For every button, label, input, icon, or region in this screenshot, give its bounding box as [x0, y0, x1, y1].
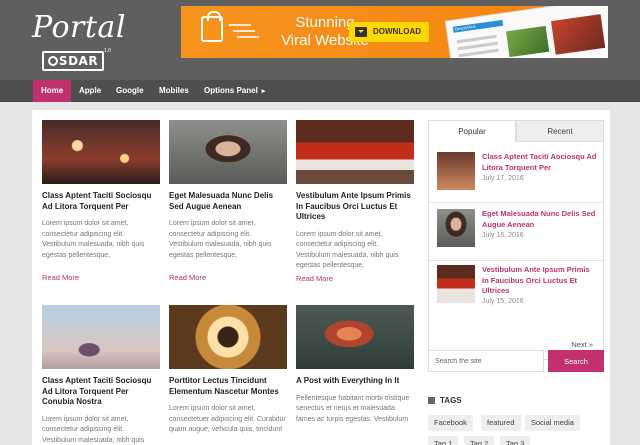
popular-posts-list: Class Aptent Taciti Aociosqu Ad Litora T…: [428, 142, 604, 360]
logo-brand[interactable]: SDAR: [42, 51, 104, 71]
main-nav: Home Apple Google Mobiles Options Panel ▸: [0, 80, 640, 102]
sidebar-tabs: Popular Recent: [428, 120, 604, 142]
post-title[interactable]: Porttitor Lectus Tincidunt Elementum Nas…: [169, 376, 287, 397]
tab-popular[interactable]: Popular: [428, 120, 516, 142]
nav-item-home[interactable]: Home: [33, 80, 72, 102]
nav-item-google[interactable]: Google: [116, 80, 144, 102]
tag-chip[interactable]: Facebook: [428, 415, 473, 431]
search-button[interactable]: Search: [548, 350, 604, 372]
read-more-link[interactable]: Read More: [296, 274, 414, 283]
download-icon: [355, 27, 367, 37]
post-excerpt: Lorem ipsum dolor sit amet, consectetur …: [42, 220, 145, 259]
post-excerpt: Lorem ipsum dolor sit amet, consectetuer…: [169, 405, 286, 433]
search-input[interactable]: [428, 350, 544, 372]
ad-banner[interactable]: Stunning Viral Website DOWNLOAD BeautyVi…: [181, 6, 608, 58]
banner-download-button[interactable]: DOWNLOAD: [349, 22, 429, 42]
list-item-title[interactable]: Vestibulum Ante Ipsum Primis In Faucibus…: [482, 265, 597, 297]
post-thumbnail[interactable]: [42, 120, 160, 184]
post-thumbnail[interactable]: [296, 305, 414, 369]
mockup-image: [550, 14, 606, 55]
post-title[interactable]: A Post with Everything In It: [296, 376, 414, 387]
nav-item-options-label: Options Panel: [204, 86, 258, 95]
list-item-thumbnail[interactable]: [437, 265, 475, 303]
tag-chip[interactable]: Tag 2: [464, 436, 495, 445]
nav-item-options-panel[interactable]: Options Panel ▸: [204, 80, 265, 102]
download-label: DOWNLOAD: [373, 27, 421, 36]
next-link[interactable]: Next »: [571, 340, 593, 349]
divider: [429, 260, 603, 261]
tags-heading: TAGS: [428, 396, 462, 405]
list-item-title[interactable]: Class Aptent Taciti Aociosqu Ad Litora T…: [482, 152, 597, 173]
post-thumbnail[interactable]: [296, 120, 414, 184]
logo-brand-text: SDAR: [58, 54, 99, 68]
read-more-link[interactable]: Read More: [169, 273, 287, 282]
shopping-bag-icon: [201, 11, 223, 42]
speed-lines-icon: [229, 24, 251, 26]
list-item-thumbnail[interactable]: [437, 152, 475, 190]
post-card: Porttitor Lectus Tincidunt Elementum Nas…: [169, 305, 287, 436]
post-title[interactable]: Vestibulum Ante Ipsum Primis In Faucibus…: [296, 191, 414, 223]
mockup-brand: BeautyViral: [452, 19, 504, 33]
post-title[interactable]: Class Aptent Taciti Sociosqu Ad Litora T…: [42, 376, 160, 408]
nav-item-apple[interactable]: Apple: [79, 80, 101, 102]
tag-chip[interactable]: featured: [481, 415, 521, 431]
sidebar: Popular Recent Class Aptent Taciti Aocio…: [428, 120, 604, 360]
nav-item-mobiles[interactable]: Mobiles: [159, 80, 189, 102]
logo-version: 1.0: [104, 48, 111, 54]
tags-heading-label: TAGS: [440, 396, 462, 405]
post-thumbnail[interactable]: [42, 305, 160, 369]
square-bullet-icon: [428, 397, 435, 404]
post-card: Eget Malesuada Nunc Delis Sed Augue Aene…: [169, 120, 287, 282]
list-item-title[interactable]: Eget Malesuada Nunc Delis Sed Augue Aene…: [482, 209, 597, 230]
post-title[interactable]: Eget Malesuada Nunc Delis Sed Augue Aene…: [169, 191, 287, 212]
post-excerpt: Lorem ipsum dolor sit amet, consectetur …: [169, 220, 272, 259]
search-form: Search: [428, 350, 604, 372]
logo-o-icon: [47, 56, 58, 66]
logo-script-text[interactable]: Portal: [32, 10, 126, 45]
tag-chip[interactable]: Social media: [525, 415, 580, 431]
post-title[interactable]: Class Aptent Taciti Sociosqu Ad Litora T…: [42, 191, 160, 212]
banner-website-mockup: BeautyViral: [444, 6, 608, 58]
post-excerpt: Pellentesque habitant morbi tristique se…: [296, 394, 410, 423]
list-item-date: July 17, 2016: [482, 175, 524, 182]
mockup-line: [458, 48, 499, 58]
post-excerpt: Lorem ipsum dolor sit amet, consectetur …: [42, 415, 145, 444]
post-card: A Post with Everything In It Pellentesqu…: [296, 305, 414, 425]
post-card: Class Aptent Taciti Sociosqu Ad Litora T…: [42, 120, 160, 282]
list-item-thumbnail[interactable]: [437, 209, 475, 247]
tag-chip[interactable]: Tag 1: [428, 436, 459, 445]
post-card: Class Aptent Taciti Sociosqu Ad Litora T…: [42, 305, 160, 445]
post-thumbnail[interactable]: [169, 120, 287, 184]
post-thumbnail[interactable]: [169, 305, 287, 369]
list-item-date: July 16, 2016: [482, 232, 524, 239]
post-excerpt: Lorem ipsum dolor sit amet, consectetur …: [296, 230, 399, 270]
read-more-link[interactable]: Read More: [42, 273, 160, 282]
mockup-image: [506, 25, 550, 58]
list-item-date: July 15, 2016: [482, 298, 524, 305]
post-card: Vestibulum Ante Ipsum Primis In Faucibus…: [296, 120, 414, 283]
divider: [429, 202, 603, 203]
tag-chip[interactable]: Tag 3: [500, 436, 531, 445]
tab-recent[interactable]: Recent: [516, 120, 604, 142]
site-header: Portal SDAR 1.0 Stunning Viral Website D…: [0, 0, 640, 80]
chevron-right-icon: ▸: [261, 88, 266, 95]
